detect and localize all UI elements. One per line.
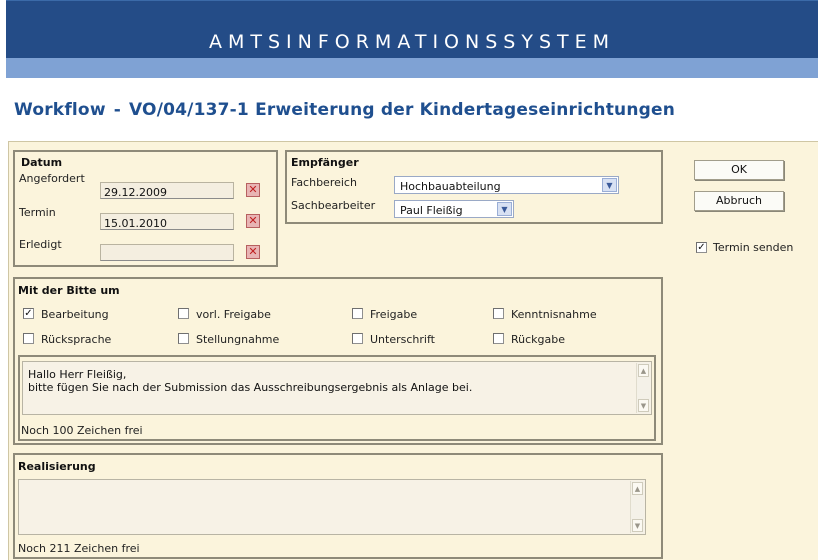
datum-group: Datum Angefordert 29.12.2009 ✕ Termin 15… xyxy=(13,150,278,267)
realisierung-counter: Noch 211 Zeichen frei xyxy=(18,542,140,555)
checkbox-ruecksprache-label: Rücksprache xyxy=(41,333,112,346)
message-box: Hallo Herr Fleißig, bitte fügen Sie nach… xyxy=(18,355,656,441)
fachbereich-label: Fachbereich xyxy=(291,176,357,189)
message-line-2: bitte fügen Sie nach der Submission das … xyxy=(28,381,473,394)
checkbox-vorl-freigabe[interactable] xyxy=(178,308,189,319)
page-title-text: VO/04/137-1 Erweiterung der Kindertagese… xyxy=(129,100,676,120)
datum-title: Datum xyxy=(21,156,63,169)
angefordert-field[interactable]: 29.12.2009 xyxy=(100,182,234,199)
bitte-title: Mit der Bitte um xyxy=(18,284,120,297)
erledigt-label: Erledigt xyxy=(19,238,62,251)
fachbereich-value: Hochbauabteilung xyxy=(400,180,501,193)
realisierung-textarea[interactable]: ▲ ▼ xyxy=(18,479,646,535)
page-title-separator: - xyxy=(113,100,121,120)
sachbearbeiter-label: Sachbearbeiter xyxy=(291,199,376,212)
realisierung-scrollbar[interactable]: ▲ ▼ xyxy=(630,481,644,533)
checkbox-bearbeitung[interactable]: ✓ xyxy=(23,308,34,319)
scroll-down-icon[interactable]: ▼ xyxy=(632,519,643,532)
checkbox-bearbeitung-label: Bearbeitung xyxy=(41,308,109,321)
scroll-up-icon[interactable]: ▲ xyxy=(638,364,649,377)
realisierung-group: Realisierung ▲ ▼ Noch 211 Zeichen frei xyxy=(13,453,663,559)
clear-angefordert-icon[interactable]: ✕ xyxy=(246,183,260,197)
checkbox-rueckgabe-label: Rückgabe xyxy=(511,333,566,346)
chevron-down-icon[interactable]: ▼ xyxy=(602,178,617,192)
sachbearbeiter-select[interactable]: Paul Fleißig ▼ xyxy=(394,200,514,218)
abbruch-button[interactable]: Abbruch xyxy=(694,191,784,211)
fachbereich-select[interactable]: Hochbauabteilung ▼ xyxy=(394,176,619,194)
banner-subbar xyxy=(6,58,818,78)
message-textarea[interactable]: Hallo Herr Fleißig, bitte fügen Sie nach… xyxy=(22,361,652,415)
termin-field[interactable]: 15.01.2010 xyxy=(100,213,234,230)
checkbox-unterschrift[interactable] xyxy=(352,333,363,344)
message-counter: Noch 100 Zeichen frei xyxy=(21,424,143,437)
checkbox-freigabe-label: Freigabe xyxy=(370,308,418,321)
empfaenger-title: Empfänger xyxy=(291,156,359,169)
erledigt-field[interactable] xyxy=(100,244,234,261)
checkbox-kenntnisnahme-label: Kenntnisnahme xyxy=(511,308,597,321)
checkbox-unterschrift-label: Unterschrift xyxy=(370,333,435,346)
checkbox-freigabe[interactable] xyxy=(352,308,363,319)
scroll-down-icon[interactable]: ▼ xyxy=(638,399,649,412)
termin-senden-label: Termin senden xyxy=(713,241,794,254)
ok-button[interactable]: OK xyxy=(694,160,784,180)
app-banner: AMTSINFORMATIONSSYSTEM xyxy=(6,0,818,58)
sachbearbeiter-value: Paul Fleißig xyxy=(400,204,463,217)
bitte-group: Mit der Bitte um ✓ Bearbeitung vorl. Fre… xyxy=(13,277,663,445)
message-line-1: Hallo Herr Fleißig, xyxy=(28,368,127,381)
message-scrollbar[interactable]: ▲ ▼ xyxy=(636,363,650,413)
termin-label: Termin xyxy=(19,206,56,219)
checkbox-stellungnahme-label: Stellungnahme xyxy=(196,333,280,346)
checkbox-kenntnisnahme[interactable] xyxy=(493,308,504,319)
page-title: Workflow - VO/04/137-1 Erweiterung der Kin… xyxy=(14,100,675,120)
checkbox-stellungnahme[interactable] xyxy=(178,333,189,344)
checkbox-ruecksprache[interactable] xyxy=(23,333,34,344)
checkbox-rueckgabe[interactable] xyxy=(493,333,504,344)
clear-termin-icon[interactable]: ✕ xyxy=(246,214,260,228)
page-title-prefix: Workflow xyxy=(14,100,106,120)
checkbox-vorl-freigabe-label: vorl. Freigabe xyxy=(196,308,271,321)
scroll-up-icon[interactable]: ▲ xyxy=(632,482,643,495)
realisierung-title: Realisierung xyxy=(18,460,96,473)
termin-senden-checkbox[interactable]: ✓ xyxy=(696,242,707,253)
empfaenger-group: Empfänger Fachbereich Hochbauabteilung ▼… xyxy=(285,150,663,224)
angefordert-label: Angefordert xyxy=(19,172,85,185)
chevron-down-icon[interactable]: ▼ xyxy=(497,202,512,216)
workflow-form: Datum Angefordert 29.12.2009 ✕ Termin 15… xyxy=(8,141,818,560)
clear-erledigt-icon[interactable]: ✕ xyxy=(246,245,260,259)
